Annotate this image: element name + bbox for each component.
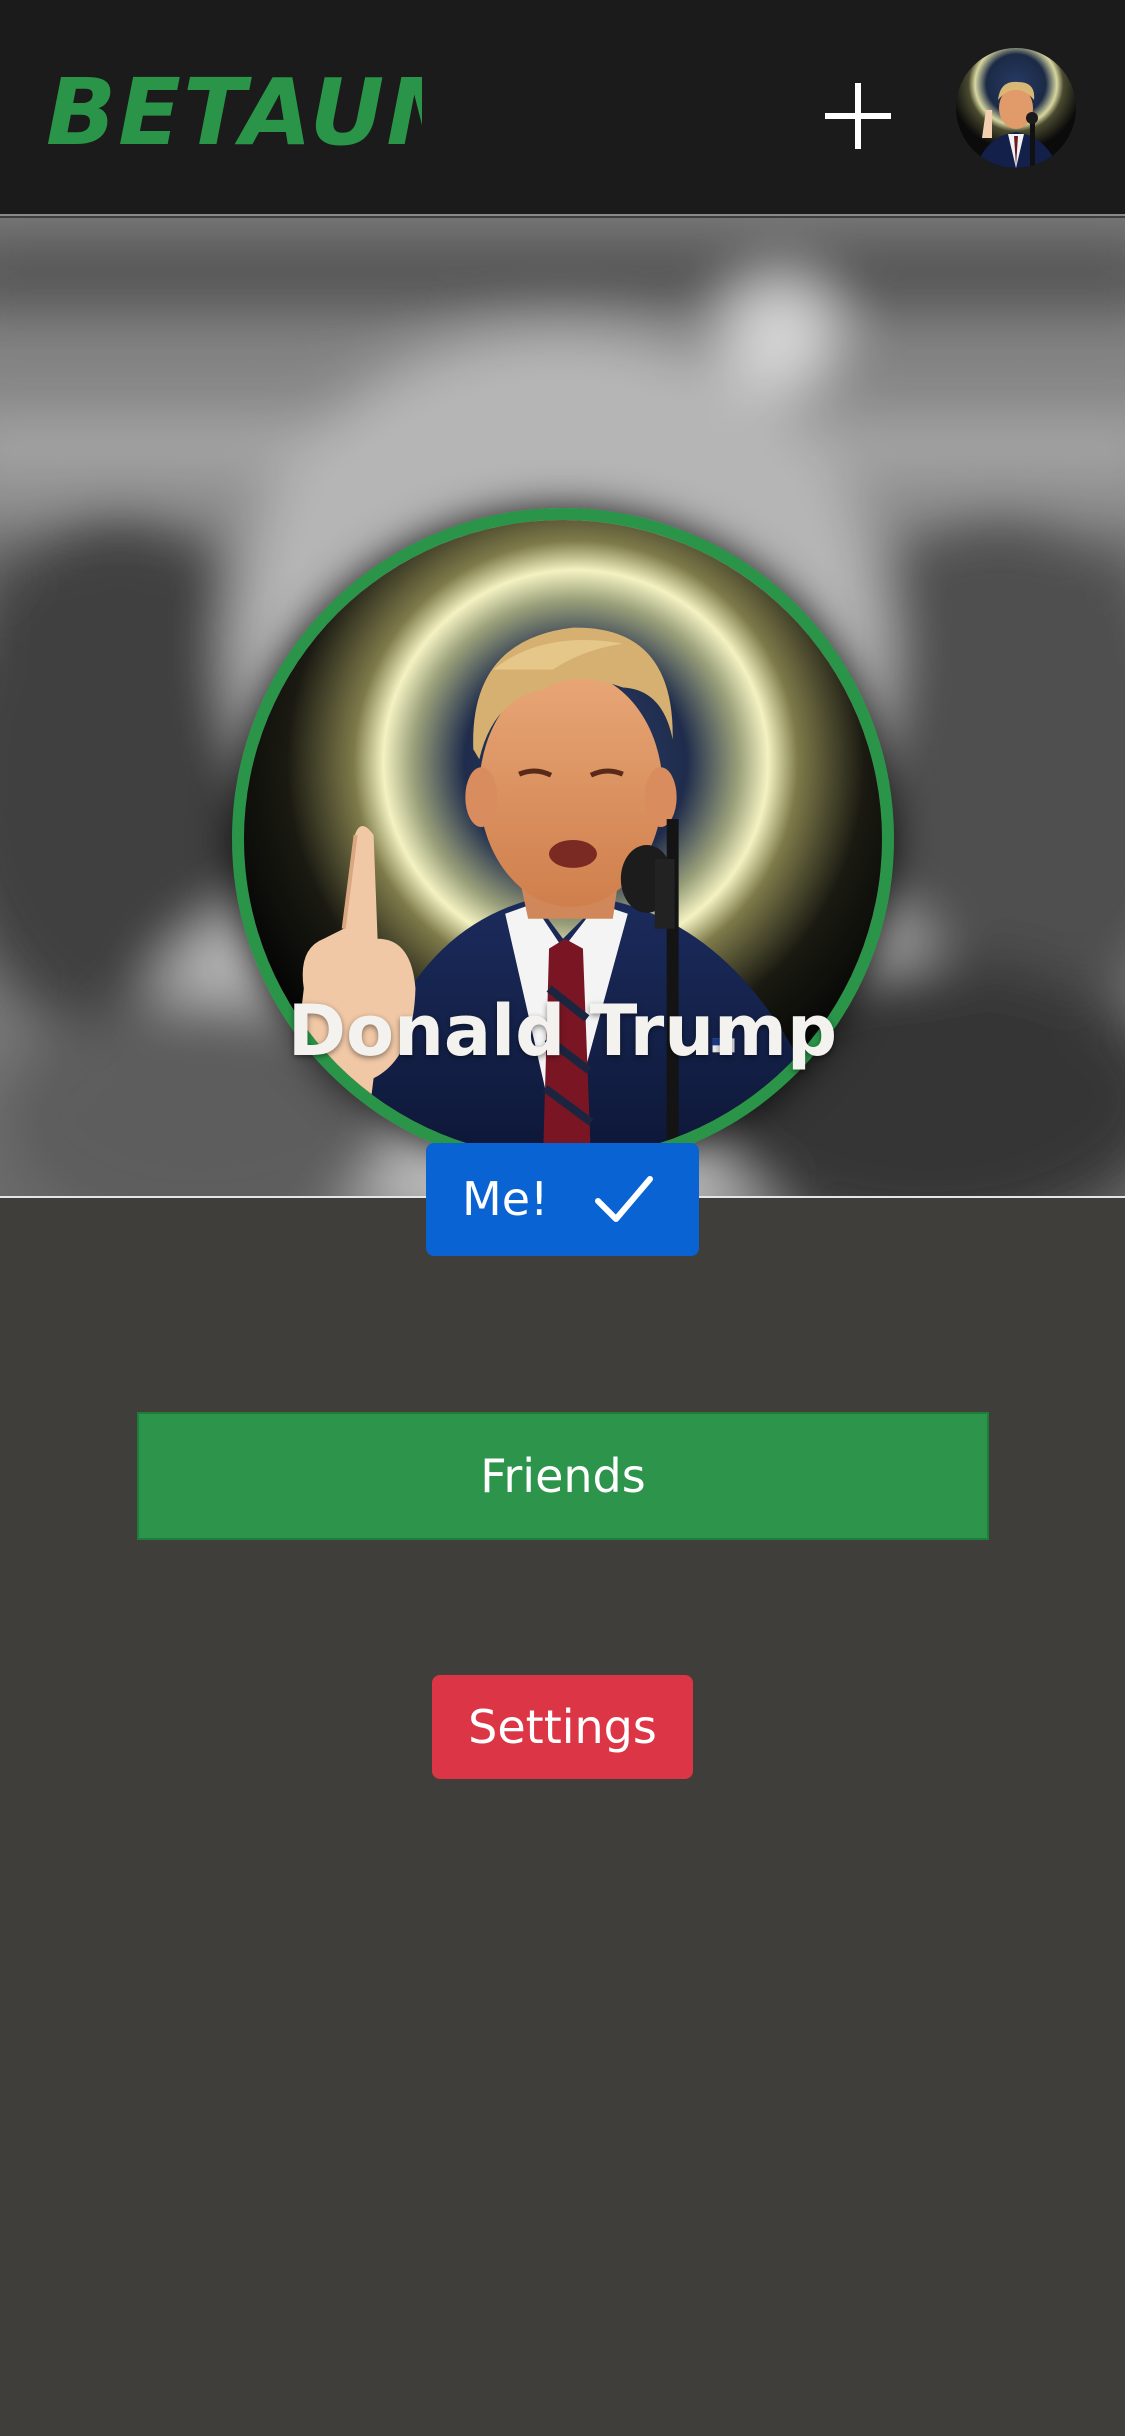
add-button[interactable] [820, 78, 896, 154]
plus-icon [825, 83, 891, 149]
app-logo[interactable]: BETAUM [42, 62, 422, 162]
me-button[interactable]: Me! [426, 1143, 699, 1256]
app-logo-text: BETAUM [46, 62, 422, 162]
profile-hero: Donald Trump [0, 218, 1125, 1198]
settings-button[interactable]: Settings [432, 1675, 693, 1779]
me-button-label: Me! [462, 1172, 549, 1226]
friends-button[interactable]: Friends [137, 1412, 989, 1540]
user-avatar-image [956, 48, 1076, 168]
profile-name: Donald Trump [287, 990, 838, 1072]
header-avatar[interactable] [956, 48, 1076, 168]
top-app-bar: BETAUM [0, 0, 1125, 216]
check-icon [595, 1176, 653, 1222]
